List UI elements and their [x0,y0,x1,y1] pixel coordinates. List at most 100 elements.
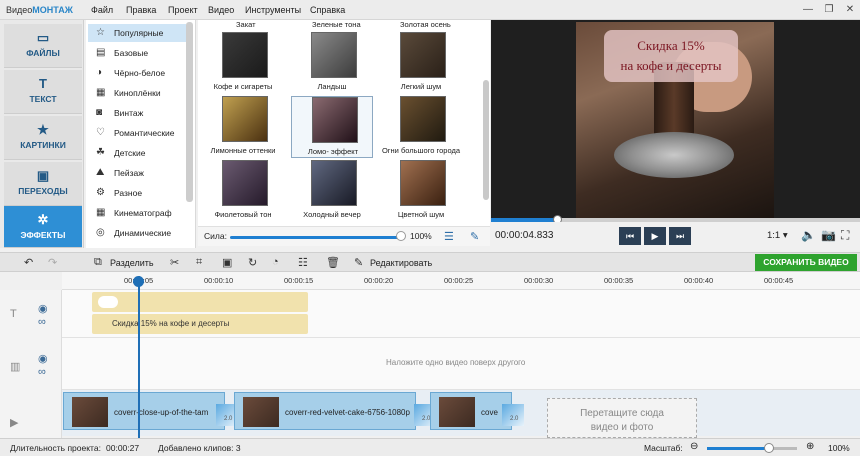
preview-frame[interactable]: Скидка 15% на кофе и десерты [576,22,774,218]
prev-frame-icon[interactable]: ⏮ [619,227,641,245]
nav-effects[interactable]: ✲ ЭФФЕКТЫ [4,206,82,248]
caption-line2: на кофе и десерты [620,58,722,73]
category-item[interactable]: ⚙ Разное [88,184,186,202]
eye-icon[interactable]: ◉ [38,352,48,365]
video-clip-3[interactable]: cove [430,392,512,430]
fullscreen-icon[interactable]: ⛶ [841,228,849,243]
effect-tile[interactable]: Легкий шум [380,32,462,94]
zoom-out-icon[interactable]: ⊖ [690,441,698,452]
nav-files[interactable]: ▭ ФАЙЛЫ [4,24,82,68]
scale-slider-knob[interactable] [764,443,774,453]
effect-label: Цветной шум [397,210,445,219]
edit-button[interactable]: Редактировать [370,258,432,268]
ruler-tick: 00:00:45 [764,276,794,285]
play-icon[interactable]: ▶ [644,227,666,245]
minimize-icon[interactable]: — [800,2,816,18]
effect-thumbnail [400,160,446,206]
volume-icon[interactable]: 🔈 [801,228,816,242]
menu-help[interactable]: Справка [310,5,345,15]
edit-icon[interactable]: ✎ [354,256,363,269]
link-icon[interactable]: ∞ [38,316,46,328]
strength-bar: Сила: 100% ☰ ✎ [198,226,490,246]
folder-icon: ▭ [36,30,50,45]
menu-file[interactable]: Файл [91,5,113,15]
split-button[interactable]: Разделить [110,258,154,268]
timecode: 00:00:04.833 [495,230,554,241]
category-item[interactable]: ▤ Базовые [88,44,186,62]
nav-pictures[interactable]: ★ КАРТИНКИ [4,116,82,160]
category-item[interactable]: ☘ Детские [88,144,186,162]
effect-tile[interactable]: Огни большого города [380,96,462,158]
save-video-button[interactable]: СОХРАНИТЬ ВИДЕО [755,254,857,271]
zoom-select[interactable]: 1:1 ▾ [767,230,788,241]
split-icon[interactable]: ⧉ [94,256,102,269]
category-label: Детские [114,148,146,158]
brush-icon[interactable]: ✎ [470,230,479,243]
adjust-icon[interactable]: ☰ [444,230,454,243]
playhead[interactable] [138,276,140,440]
preview-panel: Скидка 15% на кофе и десерты [491,20,860,220]
strength-value: 100% [410,231,432,241]
ruler-tick: 00:00:35 [604,276,634,285]
crop-icon[interactable]: ⌗ [196,256,202,269]
menu-edit[interactable]: Правка [126,5,156,15]
category-item[interactable]: ♡ Романтические [88,124,186,142]
category-item[interactable]: ⛰ Пейзаж [88,164,186,182]
effect-tile[interactable]: Цветной шум [380,160,462,222]
eye-icon[interactable]: ◉ [38,302,48,315]
effects-scrollbar[interactable] [483,80,489,200]
category-label: Романтические [114,128,175,138]
menu-project[interactable]: Проект [168,5,198,15]
strength-slider[interactable] [230,236,400,239]
video-clip-1[interactable]: coverr-close-up-of-the-tam [63,392,225,430]
nav-transitions[interactable]: ▣ ПЕРЕХОДЫ [4,162,82,206]
menu-video[interactable]: Видео [208,5,234,15]
video-clip-2[interactable]: coverr-red-velvet-cake-6756-1080p [234,392,416,430]
ruler-tick: 00:00:10 [204,276,234,285]
list-icon[interactable]: ☷ [298,256,308,269]
effect-tile[interactable]: Лимонные оттенки [202,96,284,158]
caption-line1: Скидка 15% [637,38,705,53]
zoom-value: 1:1 [767,230,781,241]
nav-text[interactable]: T ТЕКСТ [4,70,82,114]
category-item[interactable]: ◙ Винтаж [88,104,186,122]
cut-icon[interactable]: ✂ [170,256,179,269]
category-scrollbar[interactable] [186,22,193,202]
playhead-handle[interactable] [133,276,144,287]
effect-tile[interactable]: Фиолетовый тон [202,160,284,222]
category-item[interactable]: ◑ Чёрно-белое [88,64,186,82]
drop-zone[interactable]: Перетащите сюда видео и фото [547,398,697,438]
next-frame-icon[interactable]: ⏭ [669,227,691,245]
effect-tile[interactable]: Ломо- эффект [291,96,373,158]
redo-icon[interactable]: ↷ [48,256,57,269]
timeline-ruler[interactable]: 00:00:0500:00:1000:00:1500:00:2000:00:25… [62,272,860,290]
camera-icon[interactable]: 📷 [821,228,836,242]
link-icon[interactable]: ∞ [38,366,46,378]
effect-label: Ломо- эффект [307,147,359,156]
frame-icon[interactable]: ▣ [222,256,232,269]
delete-icon[interactable]: 🗑 [326,256,340,269]
close-icon[interactable]: ✕ [842,2,858,18]
effect-tile[interactable]: Холодный вечер [291,160,373,222]
effects-icon: ✲ [37,212,49,227]
effect-tile[interactable]: Ландыш [291,32,373,94]
transition-3-duration: 2.0 [510,416,519,422]
transition-3[interactable]: 2.0 [502,404,524,426]
category-item[interactable]: ☆ Популярные [88,24,186,42]
speed-icon[interactable]: ◔ [272,256,279,268]
playback-controls: 00:00:04.833 ⏮ ▶ ⏭ 1:1 ▾ 🔈 📷 ⛶ [491,222,860,248]
text-clip-1[interactable] [92,292,308,312]
strength-slider-knob[interactable] [396,231,406,241]
restore-icon[interactable]: ❐ [821,2,837,18]
category-icon: ◎ [96,227,105,238]
rotate-icon[interactable]: ↻ [248,256,257,269]
effect-tile[interactable]: Кофе и сигареты [202,32,284,94]
effect-label-sunset: Закат [236,20,256,29]
category-item[interactable]: ▦ Кинематограф [88,204,186,222]
category-item[interactable]: ◎ Динамические [88,224,186,242]
category-item[interactable]: ▦ Киноплёнки [88,84,186,102]
caption-bubble[interactable]: Скидка 15% на кофе и десерты [604,30,738,82]
undo-icon[interactable]: ↶ [24,256,33,269]
menu-tools[interactable]: Инструменты [245,5,301,15]
zoom-in-icon[interactable]: ⊕ [806,441,814,452]
